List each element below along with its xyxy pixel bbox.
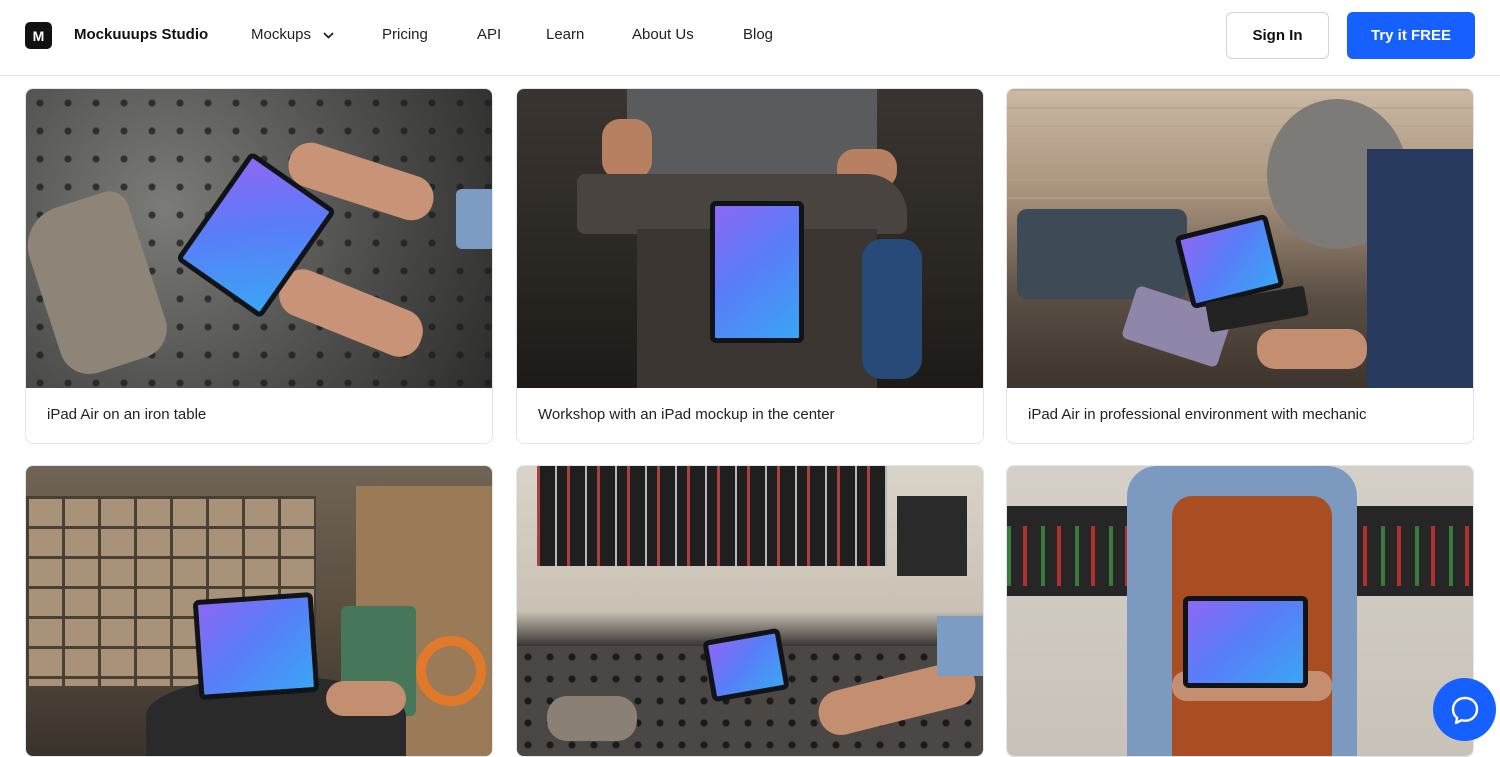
mockup-card[interactable] <box>516 465 984 757</box>
mockup-card[interactable]: Workshop with an iPad mockup in the cent… <box>516 88 984 444</box>
tablet-screen <box>1183 596 1308 688</box>
mockup-card[interactable]: iPad Air in professional environment wit… <box>1006 88 1474 444</box>
card-caption: iPad Air on an iron table <box>47 406 207 423</box>
mockup-thumbnail[interactable] <box>517 466 983 756</box>
mockup-thumbnail[interactable] <box>1007 466 1473 756</box>
brand-logo-icon[interactable]: M <box>25 22 52 49</box>
nav-mockups-label: Mockups <box>251 26 312 43</box>
tablet-screen <box>710 201 804 343</box>
nav-learn-link[interactable]: Learn <box>546 26 584 43</box>
chevron-down-icon <box>323 31 334 39</box>
hanging-tools-shape <box>537 466 887 566</box>
nav-pricing-link[interactable]: Pricing <box>382 26 428 43</box>
mockup-thumbnail[interactable] <box>26 89 492 388</box>
card-caption: Workshop with an iPad mockup in the cent… <box>538 406 835 423</box>
brand-name-link[interactable]: Mockuuups Studio <box>74 26 208 43</box>
help-chat-button[interactable] <box>1433 678 1496 741</box>
sleeve-shape <box>456 189 492 249</box>
hose-shape <box>416 636 486 706</box>
worker-shirt-shape <box>1367 149 1473 388</box>
mockup-card[interactable]: iPad Air on an iron table <box>25 88 493 444</box>
sign-in-button[interactable]: Sign In <box>1226 12 1329 59</box>
mockup-card[interactable] <box>25 465 493 757</box>
sleeve-shape <box>937 616 983 676</box>
glove-shape <box>547 696 637 741</box>
tablet-screen <box>192 591 320 701</box>
nav-api-link[interactable]: API <box>477 26 501 43</box>
hand-shape <box>602 119 652 179</box>
mockup-thumbnail[interactable] <box>26 466 492 756</box>
top-navigation-bar: M Mockuuups Studio Mockups Pricing API L… <box>0 0 1500 76</box>
nav-about-us-link[interactable]: About Us <box>632 26 694 43</box>
gas-tank-shape <box>862 239 922 379</box>
tool-machine-shape <box>1017 209 1187 299</box>
card-caption: iPad Air in professional environment wit… <box>1028 406 1367 423</box>
mockup-card[interactable] <box>1006 465 1474 757</box>
nav-blog-link[interactable]: Blog <box>743 26 773 43</box>
hand-shape <box>326 681 406 716</box>
nav-mockups-dropdown[interactable]: Mockups <box>251 26 334 43</box>
tool-rack-shape <box>897 496 967 576</box>
mockup-thumbnail[interactable] <box>1007 89 1473 388</box>
hand-shape <box>1257 329 1367 369</box>
chat-bubble-icon <box>1451 696 1478 724</box>
try-free-button[interactable]: Try it FREE <box>1347 12 1475 59</box>
mockup-thumbnail[interactable] <box>517 89 983 388</box>
